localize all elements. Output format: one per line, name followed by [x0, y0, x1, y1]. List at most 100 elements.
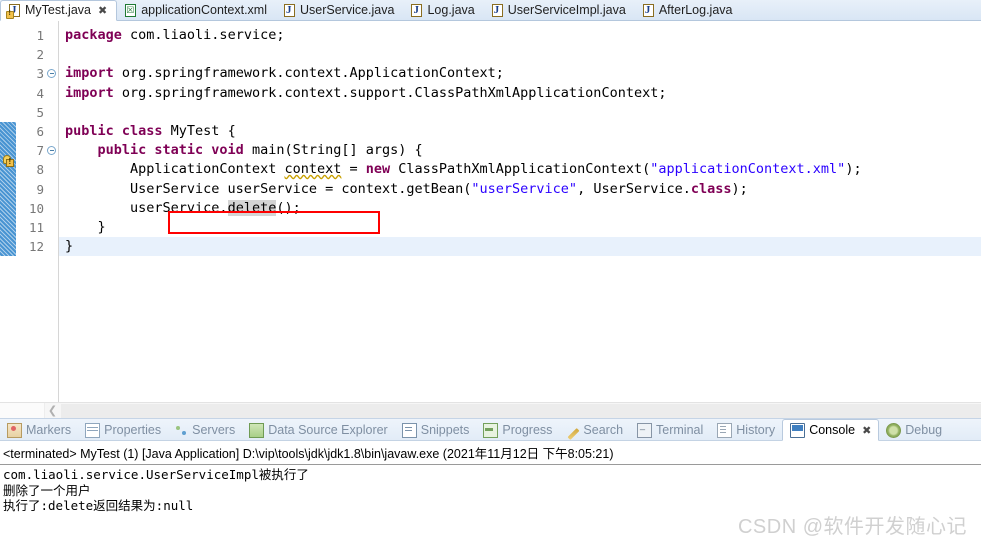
- java-file-icon: J: [491, 3, 504, 18]
- editor-tabs-row: J MyTest.java ✖ ☒ applicationContext.xml J Use…: [0, 0, 981, 21]
- code-token: ClassPathXmlApplicationContext(: [398, 161, 651, 178]
- line-number: 11: [28, 219, 44, 235]
- code-token: org.springframework.context.support.Clas…: [121, 84, 667, 101]
- fold-collapse-icon[interactable]: [47, 146, 56, 156]
- editor-tab-label: applicationContext.xml: [141, 3, 267, 17]
- view-tab-search[interactable]: Search: [559, 419, 630, 441]
- view-tab-history[interactable]: History: [710, 419, 782, 441]
- line-number: 6: [36, 123, 44, 139]
- fold-row: [46, 180, 58, 199]
- view-tab-debug[interactable]: Debug: [879, 419, 949, 441]
- view-tab-progress[interactable]: Progress: [476, 419, 559, 441]
- fold-row: [46, 26, 58, 45]
- code-line[interactable]: public static void main(String[] args) {: [59, 141, 981, 160]
- code-token: );: [731, 180, 748, 197]
- editor-tab-log-java[interactable]: J Log.java: [403, 0, 483, 21]
- code-token: class: [690, 180, 732, 197]
- code-token: package: [65, 27, 131, 43]
- scrollbar-corner: [0, 403, 45, 418]
- bottom-view-stack: Markers Properties Servers Data Source Expl…: [0, 418, 981, 545]
- editor-tab-bar: J MyTest.java ✖ ☒ applicationContext.xml J Use…: [0, 0, 981, 21]
- code-line[interactable]: [59, 103, 981, 122]
- java-file-icon: J: [283, 3, 296, 18]
- line-number: 5: [36, 104, 44, 120]
- code-line[interactable]: import org.springframework.context.suppo…: [59, 84, 981, 103]
- line-number: 1: [36, 28, 44, 43]
- console-icon: [790, 422, 806, 438]
- fold-collapse-icon[interactable]: [47, 69, 56, 79]
- code-editor[interactable]: 123456789101112 package com.liaoli.servi…: [0, 21, 981, 418]
- line-number: 12: [28, 239, 44, 255]
- editor-tab-userservice-java[interactable]: J UserService.java: [276, 0, 403, 21]
- code-token: public class: [65, 122, 171, 139]
- fold-row: [46, 199, 58, 218]
- view-tab-properties[interactable]: Properties: [78, 419, 168, 441]
- close-icon[interactable]: ✖: [98, 4, 107, 17]
- annotation-ruler[interactable]: [0, 21, 16, 402]
- code-token: main(String[] args) {: [251, 142, 423, 159]
- j-glyph: J: [413, 3, 419, 16]
- fold-row[interactable]: [46, 64, 58, 83]
- code-line[interactable]: UserService userService = context.getBea…: [59, 180, 981, 199]
- console-view[interactable]: <terminated> MyTest (1) [Java Applicatio…: [0, 441, 981, 545]
- code-token: import: [65, 65, 122, 82]
- fold-row: [46, 237, 58, 256]
- view-tab-label: Progress: [502, 423, 553, 437]
- editor-tab-userserviceimpl-java[interactable]: J UserServiceImpl.java: [484, 0, 635, 21]
- console-launch-header: <terminated> MyTest (1) [Java Applicatio…: [0, 441, 981, 465]
- code-text-area[interactable]: package com.liaoli.service; import org.s…: [59, 21, 981, 402]
- view-tab-label: Markers: [26, 423, 72, 437]
- xml-file-icon: ☒: [124, 3, 137, 18]
- warning-marker-icon[interactable]: [1, 154, 15, 168]
- java-file-icon: J: [642, 3, 655, 18]
- view-tab-label: Servers: [192, 423, 236, 437]
- code-line[interactable]: ApplicationContext context = new ClassPa…: [59, 160, 981, 179]
- code-token: delete: [227, 199, 277, 216]
- code-line[interactable]: userService.delete();: [59, 199, 981, 218]
- close-icon[interactable]: ✖: [862, 424, 871, 437]
- view-tab-console[interactable]: Console ✖: [782, 419, 880, 441]
- line-number: 8: [36, 162, 44, 178]
- editor-horizontal-scrollbar[interactable]: ❮: [0, 402, 981, 418]
- code-line[interactable]: }: [59, 237, 981, 257]
- view-tab-markers[interactable]: Markers: [0, 419, 78, 441]
- code-token: ();: [276, 199, 301, 216]
- code-token: MyTest {: [170, 122, 236, 139]
- editor-tab-applicationcontext-xml[interactable]: ☒ applicationContext.xml: [117, 0, 276, 21]
- x-glyph: ☒: [126, 4, 135, 15]
- view-tab-snippets[interactable]: Snippets: [395, 419, 477, 441]
- editor-inner: 123456789101112 package com.liaoli.servi…: [0, 21, 981, 402]
- code-line[interactable]: [59, 45, 981, 64]
- scroll-left-arrow-icon[interactable]: ❮: [44, 403, 61, 418]
- view-tab-terminal[interactable]: Terminal: [630, 419, 710, 441]
- editor-tab-label: UserServiceImpl.java: [507, 3, 626, 17]
- fold-row: [46, 103, 58, 122]
- code-token: userService.: [65, 199, 228, 216]
- editor-tab-mytest-java[interactable]: J MyTest.java ✖: [0, 0, 118, 21]
- view-tab-data-source-explorer[interactable]: Data Source Explorer: [242, 419, 395, 441]
- line-number: 7: [36, 143, 44, 159]
- code-line[interactable]: public class MyTest {: [59, 122, 981, 141]
- markers-icon: [7, 422, 22, 438]
- code-token: }: [65, 238, 74, 255]
- java-file-icon: J: [410, 3, 423, 18]
- fold-row: [46, 160, 58, 179]
- scrollbar-track[interactable]: [61, 404, 981, 418]
- fold-row: [46, 84, 58, 103]
- fold-row[interactable]: [46, 141, 58, 160]
- line-number: 9: [36, 181, 44, 197]
- code-line[interactable]: }: [59, 218, 981, 237]
- code-token: }: [65, 218, 106, 235]
- code-line[interactable]: import org.springframework.context.Appli…: [59, 64, 981, 83]
- code-token: =: [341, 161, 366, 178]
- j-glyph: J: [285, 3, 292, 16]
- view-tab-label: Search: [583, 423, 624, 437]
- code-token: UserService userService = context.getBea…: [65, 180, 472, 197]
- view-tab-servers[interactable]: Servers: [168, 419, 242, 441]
- code-token: new: [365, 161, 399, 178]
- code-line[interactable]: package com.liaoli.service;: [59, 26, 981, 45]
- editor-tab-afterlog-java[interactable]: J AfterLog.java: [635, 0, 742, 21]
- folding-ruler[interactable]: [46, 21, 58, 402]
- code-token: public static void: [97, 142, 252, 159]
